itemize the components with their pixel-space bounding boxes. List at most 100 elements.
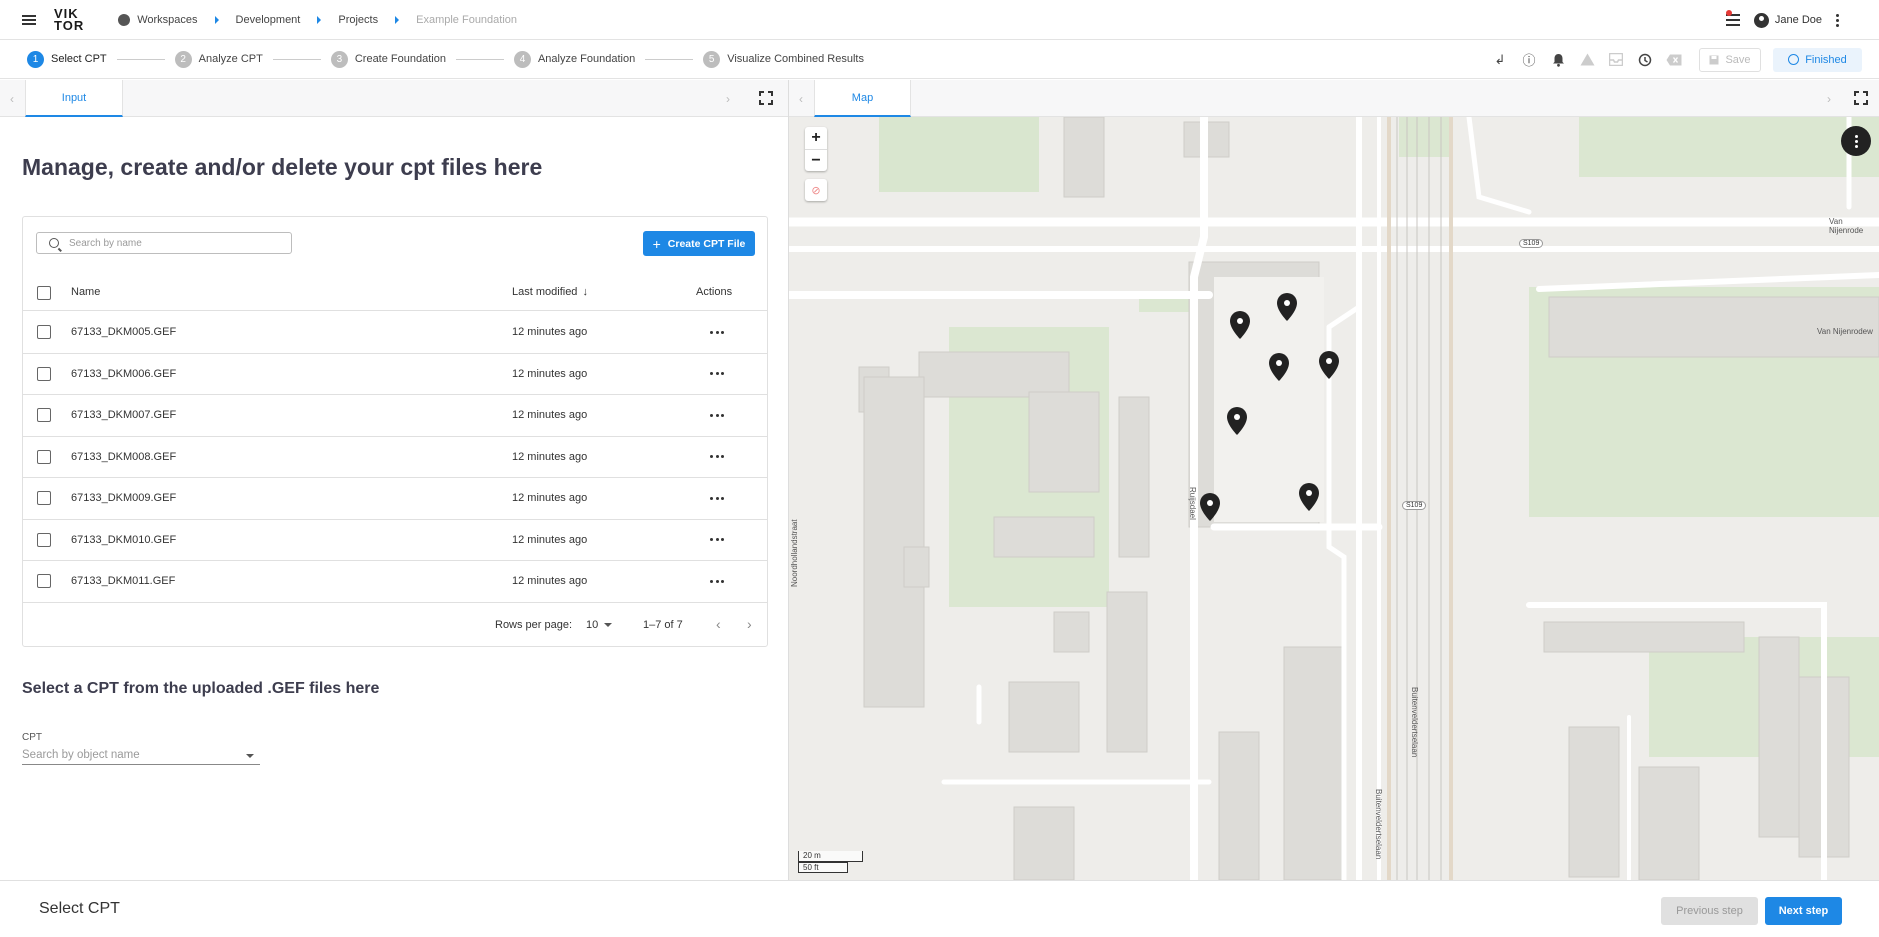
inbox-icon[interactable] [1608, 52, 1624, 68]
expand-panel-icon[interactable] [759, 91, 773, 105]
user-name: Jane Doe [1774, 14, 1822, 26]
viktor-logo[interactable]: VIK TOR [54, 7, 84, 32]
previous-step-button[interactable]: Previous step [1661, 897, 1758, 925]
zoom-in-button[interactable]: + [805, 127, 827, 149]
road-label: Van Nijenrodew [1817, 327, 1873, 336]
tab-scroll-left-icon[interactable]: ‹ [0, 80, 24, 117]
road-label: Buitenveldertselaan [1374, 789, 1383, 860]
notifications-list-icon[interactable] [1725, 10, 1740, 26]
step-analyze-cpt[interactable]: 2 Analyze CPT [174, 50, 263, 68]
search-field[interactable] [36, 232, 292, 254]
step-connector [645, 58, 694, 60]
more-actions-icon[interactable] [710, 325, 724, 339]
tab-scroll-left-icon[interactable]: ‹ [789, 80, 813, 117]
map-view[interactable]: Van Nijenrode Van Nijenrodew Ruijsdael N… [789, 117, 1879, 880]
step-analyze-foundation[interactable]: 4 Analyze Foundation [513, 50, 635, 68]
last-modified: 12 minutes ago [512, 575, 588, 587]
table-row[interactable]: 67133_DKM010.GEF 12 minutes ago [23, 520, 767, 561]
file-name[interactable]: 67133_DKM005.GEF [71, 326, 176, 338]
more-actions-icon[interactable] [710, 533, 724, 547]
row-checkbox[interactable] [37, 532, 51, 547]
clear-icon[interactable] [1666, 52, 1682, 68]
zoom-out-button[interactable]: − [805, 149, 827, 171]
last-modified: 12 minutes ago [512, 450, 588, 463]
current-step-title: Select CPT [39, 900, 120, 917]
input-tab-bar: ‹ Input › [0, 80, 788, 117]
user-menu[interactable]: Jane Doe [1753, 12, 1822, 28]
search-input[interactable] [69, 237, 269, 249]
previous-page-icon[interactable]: ‹ [716, 616, 721, 632]
more-actions-icon[interactable] [710, 450, 724, 464]
finished-button[interactable]: Finished [1773, 47, 1862, 72]
file-name[interactable]: 67133_DKM010.GEF [71, 534, 176, 546]
create-cpt-file-button[interactable]: + Create CPT File [643, 231, 755, 256]
road-label: Noordhollandstraat [790, 519, 799, 587]
step-select-cpt[interactable]: 1 Select CPT [27, 50, 107, 68]
table-row[interactable]: 67133_DKM011.GEF 12 minutes ago [23, 561, 767, 603]
more-actions-icon[interactable] [710, 491, 724, 505]
row-checkbox[interactable] [37, 408, 51, 422]
breadcrumb-separator-icon [214, 15, 219, 24]
step-connector [272, 58, 321, 60]
breadcrumb-projects[interactable]: Projects [338, 14, 378, 26]
row-checkbox[interactable] [37, 325, 51, 339]
stepper: 1 Select CPT 2 Analyze CPT 3 Create Foun… [27, 50, 864, 68]
menu-icon[interactable] [22, 14, 36, 25]
file-name[interactable]: 67133_DKM008.GEF [71, 451, 176, 463]
breadcrumb-development[interactable]: Development [236, 14, 301, 26]
select-all-checkbox[interactable] [37, 286, 51, 300]
rows-per-page-select[interactable]: 10 [586, 619, 613, 631]
bell-icon[interactable] [1550, 52, 1566, 68]
reset-bearing-icon[interactable]: ⊘ [805, 179, 827, 201]
step-connector [116, 58, 165, 60]
search-icon [49, 238, 59, 248]
row-checkbox[interactable] [37, 491, 51, 505]
more-options-icon[interactable] [1836, 13, 1839, 27]
file-name[interactable]: 67133_DKM009.GEF [71, 492, 176, 504]
more-actions-icon[interactable] [710, 367, 724, 381]
tab-scroll-right-icon[interactable]: › [1817, 80, 1841, 117]
file-name[interactable]: 67133_DKM011.GEF [71, 575, 175, 587]
zoom-controls: + − [805, 127, 827, 171]
table-row[interactable]: 67133_DKM006.GEF 12 minutes ago [23, 354, 767, 395]
map-options-icon[interactable] [1841, 126, 1871, 156]
breadcrumb-separator-icon [395, 15, 400, 24]
next-step-button[interactable]: Next step [1765, 897, 1842, 925]
last-modified: 12 minutes ago [512, 492, 588, 504]
cpt-select[interactable]: Search by object name [22, 746, 260, 765]
save-button[interactable]: Save [1699, 47, 1761, 72]
info-icon[interactable]: ⓘ [1521, 52, 1537, 68]
return-icon[interactable]: ↲ [1492, 52, 1508, 68]
column-header-name[interactable]: Name [71, 286, 100, 298]
breadcrumb: Workspaces Development Projects Example … [118, 13, 517, 26]
file-name[interactable]: 67133_DKM006.GEF [71, 368, 176, 380]
chevron-down-icon [604, 623, 613, 627]
tab-scroll-right-icon[interactable]: › [716, 80, 740, 117]
tab-input[interactable]: Input [25, 80, 123, 117]
chevron-down-icon [246, 754, 254, 758]
tab-map[interactable]: Map [814, 80, 911, 117]
column-header-last-modified[interactable]: Last modified ↓ [512, 286, 588, 298]
user-icon [1753, 12, 1769, 28]
step-visualize-results[interactable]: 5 Visualize Combined Results [703, 50, 864, 68]
last-modified: 12 minutes ago [512, 367, 588, 380]
row-checkbox[interactable] [37, 366, 51, 381]
more-actions-icon[interactable] [710, 574, 724, 588]
globe-icon [118, 13, 131, 26]
more-actions-icon[interactable] [710, 408, 724, 422]
next-page-icon[interactable]: › [747, 616, 752, 632]
table-row[interactable]: 67133_DKM009.GEF 12 minutes ago [23, 478, 767, 520]
table-row[interactable]: 67133_DKM005.GEF 12 minutes ago [23, 312, 767, 354]
row-checkbox[interactable] [37, 449, 51, 464]
breadcrumb-separator-icon [317, 15, 322, 24]
row-checkbox[interactable] [37, 574, 51, 588]
file-name[interactable]: 67133_DKM007.GEF [71, 409, 176, 421]
warning-icon[interactable] [1579, 52, 1595, 68]
history-icon[interactable] [1637, 52, 1653, 68]
step-create-foundation[interactable]: 3 Create Foundation [330, 50, 446, 68]
table-row[interactable]: 67133_DKM008.GEF 12 minutes ago [23, 437, 767, 478]
breadcrumb-workspaces[interactable]: Workspaces [118, 13, 198, 26]
table-row[interactable]: 67133_DKM007.GEF 12 minutes ago [23, 395, 767, 437]
map-tab-bar: ‹ Map › [789, 80, 1879, 117]
expand-panel-icon[interactable] [1854, 91, 1868, 105]
